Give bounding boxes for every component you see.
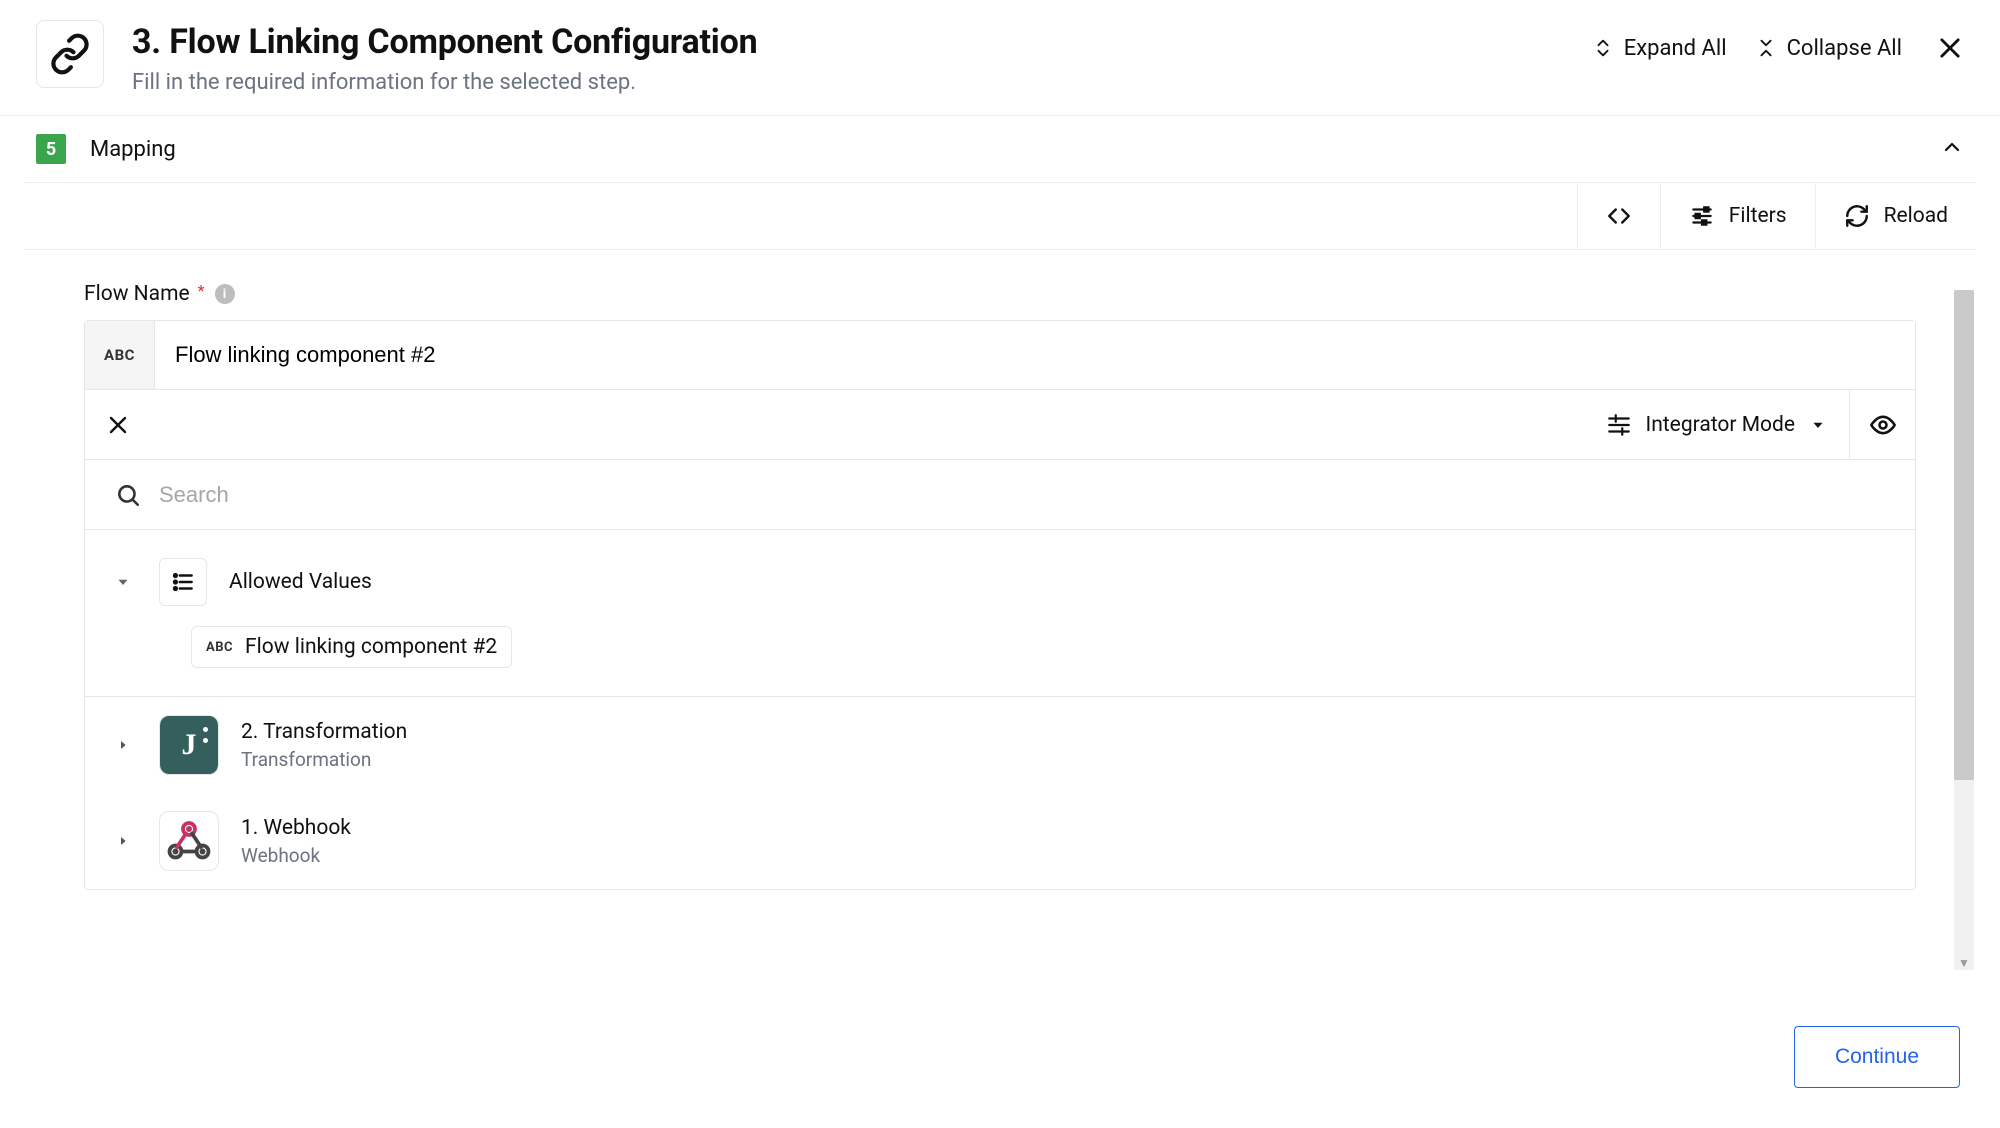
- node-transformation[interactable]: J 2. Transformation Transformation: [85, 697, 1915, 793]
- code-toggle-button[interactable]: [1577, 183, 1660, 249]
- preview-toggle-button[interactable]: [1849, 390, 1915, 459]
- sliders-icon: [1689, 203, 1715, 229]
- section-title: Mapping: [90, 137, 176, 162]
- page-subtitle: Fill in the required information for the…: [132, 70, 1592, 95]
- search-input[interactable]: [159, 482, 1895, 508]
- config-header: 3. Flow Linking Component Configuration …: [0, 0, 2000, 116]
- eye-icon: [1869, 411, 1897, 439]
- mapping-scroll-area: Flow Name * i ABC: [24, 250, 1976, 954]
- expand-all-label: Expand All: [1624, 36, 1727, 61]
- collapse-all-button[interactable]: Collapse All: [1755, 36, 1902, 61]
- node-expand-toggle[interactable]: [109, 833, 137, 849]
- list-lines-icon: [1606, 412, 1632, 438]
- abc-type-badge: ABC: [85, 321, 155, 389]
- node-title: 2. Transformation: [241, 720, 407, 744]
- required-star: *: [198, 281, 205, 300]
- section-collapse-toggle[interactable]: [1940, 135, 1964, 163]
- scroll-down-icon: ▼: [1954, 954, 1974, 972]
- filters-button[interactable]: Filters: [1660, 183, 1815, 249]
- expand-all-button[interactable]: Expand All: [1592, 36, 1727, 61]
- node-expand-toggle[interactable]: [109, 737, 137, 753]
- allowed-values-section: Allowed Values ABC Flow linking componen…: [85, 530, 1915, 697]
- mapping-toolbar: Filters Reload: [24, 182, 1976, 250]
- info-icon[interactable]: i: [215, 284, 235, 304]
- flow-name-label: Flow Name: [84, 282, 190, 306]
- node-webhook[interactable]: 1. Webhook Webhook: [85, 793, 1915, 889]
- continue-button[interactable]: Continue: [1794, 1026, 1960, 1088]
- chevron-up-icon: [1940, 135, 1964, 159]
- reload-icon: [1844, 203, 1870, 229]
- reload-button[interactable]: Reload: [1815, 183, 1976, 249]
- allowed-values-toggle[interactable]: [109, 573, 137, 591]
- transformation-icon: J: [159, 715, 219, 775]
- node-title: 1. Webhook: [241, 816, 351, 840]
- close-button[interactable]: [1936, 34, 1964, 62]
- expand-icon: [1592, 37, 1614, 59]
- caret-down-icon: [1809, 416, 1827, 434]
- list-icon: [159, 558, 207, 606]
- continue-label: Continue: [1835, 1045, 1919, 1068]
- filters-label: Filters: [1729, 204, 1787, 228]
- search-row: [85, 460, 1915, 530]
- allowed-value-chip[interactable]: ABC Flow linking component #2: [191, 626, 512, 668]
- mode-row: Integrator Mode: [85, 390, 1915, 460]
- chip-abc-badge: ABC: [206, 640, 233, 655]
- caret-right-icon: [115, 737, 131, 753]
- page-title: 3. Flow Linking Component Configuration: [132, 22, 1592, 62]
- caret-down-icon: [114, 573, 132, 591]
- scrollbar-thumb[interactable]: [1954, 290, 1974, 780]
- close-icon: [1936, 34, 1964, 62]
- clear-input-button[interactable]: [85, 413, 151, 437]
- flow-name-panel: ABC Integrator Mode: [84, 320, 1916, 890]
- reload-label: Reload: [1884, 204, 1948, 228]
- mode-label: Integrator Mode: [1646, 413, 1796, 437]
- node-subtitle: Webhook: [241, 844, 351, 867]
- search-icon: [115, 482, 141, 508]
- close-icon: [106, 413, 130, 437]
- section-header[interactable]: 5 Mapping: [0, 116, 2000, 182]
- collapse-icon: [1755, 37, 1777, 59]
- allowed-values-title: Allowed Values: [229, 570, 372, 594]
- flow-name-label-row: Flow Name * i: [84, 282, 1916, 306]
- flow-name-input[interactable]: [155, 321, 1915, 389]
- mode-select[interactable]: Integrator Mode: [1584, 412, 1850, 438]
- scrollbar[interactable]: ▲ ▼: [1954, 290, 1974, 970]
- caret-right-icon: [115, 833, 131, 849]
- step-number-badge: 5: [36, 134, 66, 164]
- webhook-icon: [159, 811, 219, 871]
- chip-value-label: Flow linking component #2: [245, 635, 497, 659]
- node-subtitle: Transformation: [241, 748, 407, 771]
- code-icon: [1606, 203, 1632, 229]
- link-icon: [36, 20, 104, 88]
- flow-name-input-row: ABC: [85, 321, 1915, 390]
- collapse-all-label: Collapse All: [1787, 36, 1902, 61]
